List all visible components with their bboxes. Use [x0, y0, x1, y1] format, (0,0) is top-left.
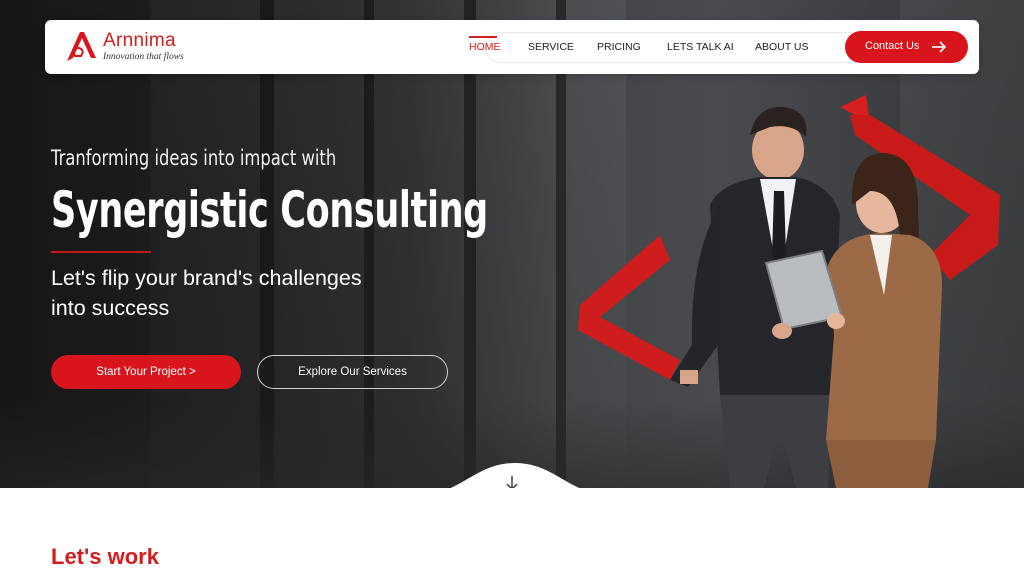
woman-trousers [826, 440, 936, 488]
contact-us-button[interactable]: Contact Us [845, 31, 968, 63]
arrow-right-icon [932, 41, 947, 53]
nav-item-home[interactable]: HOME [469, 41, 501, 53]
hero-people-illustration [578, 95, 1000, 488]
brand-tagline: Innovation that flows [103, 52, 184, 62]
nav-item-about-us[interactable]: ABOUT US [755, 41, 808, 53]
nav-active-underline [469, 36, 497, 38]
start-project-button[interactable]: Start Your Project > [51, 355, 241, 389]
nav-item-lets-talk-ai[interactable]: LETS TALK AI [667, 41, 734, 53]
arrow-down-icon[interactable] [504, 474, 520, 488]
red-ribbon [578, 235, 680, 380]
section-title: Let's work [51, 544, 159, 569]
nav-item-pricing[interactable]: PRICING [597, 41, 641, 53]
brand-logo[interactable]: Arnnima Innovation that flows [63, 28, 213, 66]
hero-subhead: Let's flip your brand's challenges into … [51, 266, 362, 320]
headline-divider [51, 251, 151, 253]
hero-headline: Synergistic Consulting [51, 181, 488, 239]
logo-a-icon [67, 32, 96, 61]
contact-us-label: Contact Us [865, 40, 920, 52]
explore-services-button[interactable]: Explore Our Services [257, 355, 448, 389]
hero-tagline: Tranforming ideas into impact with [51, 146, 337, 170]
man-tie [772, 191, 786, 265]
man-trousers [720, 395, 832, 488]
woman-hand [827, 313, 845, 329]
man-hand [680, 370, 698, 384]
brand-name: Arnnima [103, 30, 176, 51]
top-navbar: Arnnima Innovation that flows HOME SERVI… [45, 20, 979, 74]
man-hand [772, 323, 792, 339]
nav-item-service[interactable]: SERVICE [528, 41, 574, 53]
